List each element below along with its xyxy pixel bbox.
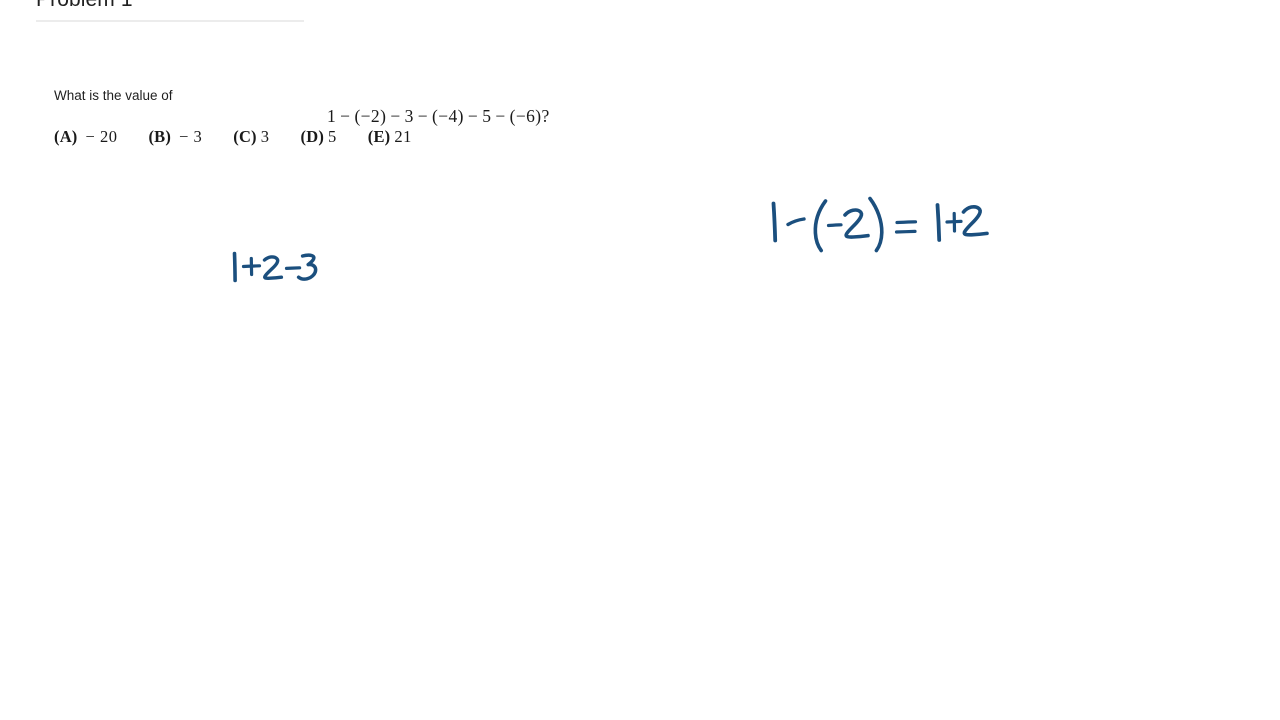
title-divider bbox=[36, 20, 304, 22]
answer-choice-b-value: − 3 bbox=[179, 127, 203, 146]
answer-choice-e-value: 21 bbox=[394, 127, 412, 146]
problem-page: Problem 1 What is the value of 1−(−2)−3−… bbox=[0, 0, 1280, 720]
answer-choice-e[interactable]: (E) 21 bbox=[368, 127, 412, 147]
answer-choice-e-letter: (E) bbox=[367, 127, 391, 146]
answer-choices: (A) − 20 (B) − 3 (C) 3 (D) 5 (E) 21 bbox=[54, 127, 1054, 147]
math-term-4: (−4) bbox=[432, 106, 464, 126]
math-term-6: (−6)? bbox=[509, 106, 550, 126]
answer-choice-d[interactable]: (D) 5 bbox=[301, 127, 337, 147]
ink-note-left bbox=[232, 251, 318, 283]
answer-choice-a-letter: (A) bbox=[54, 127, 78, 146]
answer-choice-c-letter: (C) bbox=[233, 127, 257, 146]
problem-body: What is the value of 1− (−2) −3− (−4) −5− (−6… bbox=[54, 86, 1054, 147]
problem-header: Problem 1 bbox=[36, 0, 304, 22]
math-expression-row: 1− (−2) −3− (−4) −5− (−6)? bbox=[327, 106, 550, 127]
problem-prompt: What is the value of bbox=[54, 88, 173, 103]
math-term-1: 1 bbox=[327, 106, 337, 126]
math-operator-1: − bbox=[340, 106, 351, 126]
answer-choice-a[interactable]: (A) − 20 bbox=[54, 127, 117, 147]
math-operator-2: − bbox=[390, 106, 401, 126]
answer-choice-b-letter: (B) bbox=[148, 127, 172, 146]
answer-choice-d-value: 5 bbox=[328, 127, 337, 146]
answer-choice-b[interactable]: (B) − 3 bbox=[148, 127, 202, 147]
math-term-2: (−2) bbox=[354, 106, 387, 126]
answer-choice-d-letter: (D) bbox=[300, 127, 325, 146]
math-term-3: 3 bbox=[404, 106, 414, 126]
math-expression: 1− (−2) −3− (−4) −5− (−6)? bbox=[54, 106, 1054, 127]
math-operator-5: − bbox=[495, 106, 506, 126]
math-operator-3: − bbox=[417, 106, 429, 126]
ink-note-right bbox=[771, 196, 989, 253]
answer-choice-a-value: − 20 bbox=[85, 127, 118, 146]
answer-choice-c-value: 3 bbox=[260, 127, 270, 146]
page-title: Problem 1 bbox=[36, 0, 304, 14]
answer-choice-c[interactable]: (C) 3 bbox=[233, 127, 269, 147]
math-operator-4: − bbox=[467, 106, 479, 126]
math-term-5: 5 bbox=[482, 106, 492, 126]
